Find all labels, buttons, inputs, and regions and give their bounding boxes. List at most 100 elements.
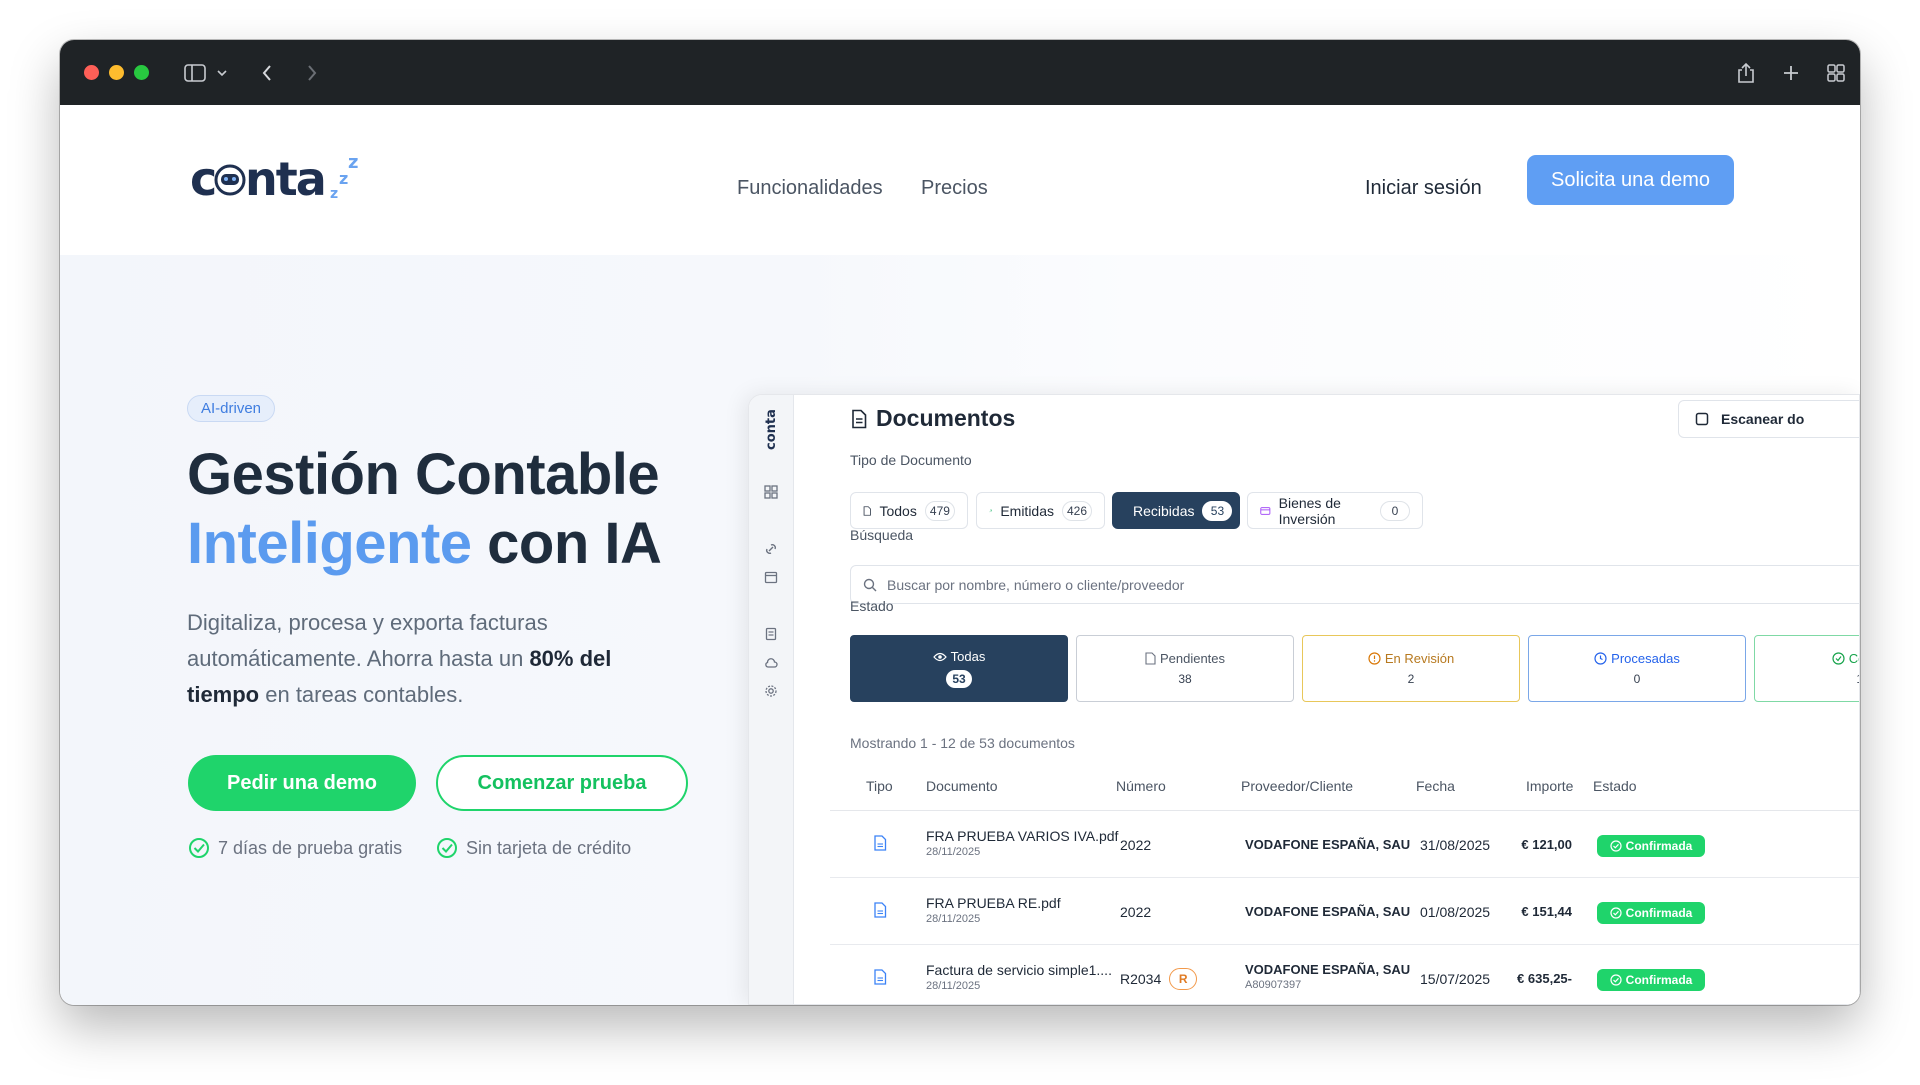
search-icon: [863, 578, 877, 591]
app-sidebar: conta: [749, 395, 794, 1004]
column-header-proveedor[interactable]: Proveedor/Cliente: [1241, 778, 1353, 794]
hero-description: Digitaliza, procesa y exporta facturas a…: [187, 605, 687, 713]
clock-icon: [1594, 652, 1607, 665]
invoice-number: 2022: [1120, 904, 1152, 920]
status-badge: Confirmada: [1597, 902, 1705, 924]
estado-card-procesadas[interactable]: Procesadas 0: [1528, 635, 1746, 702]
invoice-date: 31/08/2025: [1420, 837, 1491, 853]
estado-card-label: Todas: [950, 649, 986, 664]
svg-text:z: z: [348, 152, 358, 173]
document-name[interactable]: Factura de servicio simple1....: [926, 962, 1112, 978]
search-label: Búsqueda: [850, 527, 914, 543]
alert-circle-icon: [1368, 652, 1381, 665]
type-tab-bienes-inversion[interactable]: Bienes de Inversión 0: [1247, 492, 1423, 529]
tab-overview-icon[interactable]: [1821, 58, 1851, 88]
estado-card-en-revision[interactable]: En Revisión 2: [1302, 635, 1520, 702]
document-type-label: Tipo de Documento: [850, 452, 972, 468]
arrow-up-right-icon: [989, 509, 992, 512]
type-tab-recibidas[interactable]: Recibidas 53: [1112, 492, 1240, 529]
table-row[interactable]: FRA PRUEBA VARIOS IVA.pdf 28/11/2025 202…: [830, 811, 1859, 878]
column-header-numero[interactable]: Número: [1116, 778, 1166, 794]
column-header-documento[interactable]: Documento: [926, 778, 998, 794]
invoice-date: 01/08/2025: [1420, 904, 1491, 920]
estado-card-pendientes[interactable]: Pendientes 38: [1076, 635, 1294, 702]
app-preview: conta Documentos Escanear do Tipo de Doc…: [748, 394, 1860, 1005]
type-tab-label: Todos: [879, 502, 917, 519]
invoice-amount: -635,25 €: [1517, 971, 1572, 986]
hero-title-line2: Inteligente con IA: [187, 509, 662, 578]
app-main: Documentos Escanear do Tipo de Documento…: [795, 395, 1859, 1004]
cloud-icon[interactable]: [762, 654, 780, 672]
scan-icon: [1695, 412, 1709, 426]
estado-card-label: Pendientes: [1159, 651, 1226, 666]
table-row[interactable]: Factura de servicio simple1.... 28/11/20…: [830, 945, 1859, 1004]
calendar-icon[interactable]: [762, 568, 780, 586]
table-row[interactable]: FRA PRUEBA RE.pdf 28/11/2025 2022 VODAFO…: [830, 878, 1859, 945]
hero-text-part1: Digitaliza, procesa y exporta facturas a…: [187, 610, 548, 671]
check-item-no-card-label: Sin tarjeta de crédito: [466, 837, 632, 858]
document-icon[interactable]: [762, 625, 780, 643]
file-icon: [863, 505, 871, 516]
type-tab-label: Bienes de Inversión: [1278, 494, 1341, 527]
zoom-window-button[interactable]: [134, 65, 149, 80]
type-tab-count: 479: [924, 500, 955, 521]
close-window-button[interactable]: [84, 65, 99, 80]
check-circle-icon: [1610, 974, 1622, 986]
ask-demo-button[interactable]: Pedir una demo: [188, 755, 416, 811]
new-tab-icon[interactable]: [1776, 58, 1806, 88]
documents-title-text: Documentos: [876, 405, 1016, 431]
document-name[interactable]: FRA PRUEBA RE.pdf: [926, 895, 1061, 911]
type-tab-label: Emitidas: [1000, 502, 1054, 519]
hero-text-part2: en tareas contables.: [259, 682, 464, 707]
type-tab-emitidas[interactable]: Emitidas 426: [976, 492, 1105, 529]
column-header-tipo[interactable]: Tipo: [866, 778, 893, 794]
document-name[interactable]: FRA PRUEBA VARIOS IVA.pdf: [926, 828, 1118, 844]
back-icon[interactable]: [252, 58, 282, 88]
document-cell: Factura de servicio simple1.... 28/11/20…: [926, 962, 1112, 992]
invoice-amount: 121,00 €: [1521, 837, 1572, 852]
search-input[interactable]: Buscar por nombre, número o cliente/prov…: [850, 565, 1859, 604]
provider-tax-id: A80907397: [1245, 979, 1302, 991]
column-header-importe[interactable]: Importe: [1526, 778, 1573, 794]
estado-card-label: En Revisión: [1384, 651, 1455, 666]
contaz-logo[interactable]: c nta z z z: [190, 150, 360, 206]
login-link[interactable]: Iniciar sesión: [1365, 177, 1482, 200]
column-header-fecha[interactable]: Fecha: [1416, 778, 1455, 794]
estado-card-count: 53: [946, 670, 972, 688]
status-label: Confirmada: [1625, 906, 1693, 920]
estado-card-confirmadas[interactable]: Confirm 13: [1754, 635, 1859, 702]
type-tab-todos[interactable]: Todos 479: [850, 492, 968, 529]
status-label: Confirmada: [1625, 973, 1693, 987]
check-item-trial-label: 7 días de prueba gratis: [218, 837, 403, 858]
app-logo-icon: conta: [764, 410, 779, 450]
document-cell: FRA PRUEBA RE.pdf 28/11/2025: [926, 895, 1061, 925]
document-date: 28/11/2025: [926, 846, 981, 858]
estado-label: Estado: [850, 598, 894, 614]
estado-card-todas[interactable]: Todas 53: [850, 635, 1068, 702]
estado-card-count: 38: [1178, 672, 1192, 686]
invoice-amount: 151,44 €: [1521, 904, 1572, 919]
rectificativa-badge: R: [1169, 968, 1198, 990]
svg-text:conta: conta: [764, 410, 779, 450]
link-icon[interactable]: [762, 540, 780, 558]
start-trial-button[interactable]: Comenzar prueba: [436, 755, 688, 811]
svg-text:nta: nta: [245, 152, 325, 205]
forward-icon[interactable]: [297, 58, 327, 88]
column-header-estado[interactable]: Estado: [1593, 778, 1637, 794]
provider-cell: VODAFONE ESPAÑA, SAU A80907397: [1245, 962, 1410, 991]
settings-icon[interactable]: [762, 682, 780, 700]
request-demo-button[interactable]: Solicita una demo: [1527, 155, 1734, 205]
sidebar-toggle-icon[interactable]: [180, 58, 210, 88]
check-circle-icon: [1610, 840, 1622, 852]
check-item-no-card: Sin tarjeta de crédito: [436, 837, 631, 859]
share-icon[interactable]: [1731, 58, 1761, 88]
document-date: 28/11/2025: [926, 980, 981, 992]
nav-link-precios[interactable]: Precios: [921, 177, 988, 200]
grid-icon[interactable]: [762, 483, 780, 501]
chevron-down-icon[interactable]: [207, 58, 237, 88]
provider-name: VODAFONE ESPAÑA, SAU: [1245, 837, 1411, 852]
scan-document-button[interactable]: Escanear do: [1678, 400, 1859, 438]
type-tab-label: Recibidas: [1133, 502, 1195, 519]
minimize-window-button[interactable]: [109, 65, 124, 80]
nav-link-funcionalidades[interactable]: Funcionalidades: [737, 177, 883, 200]
